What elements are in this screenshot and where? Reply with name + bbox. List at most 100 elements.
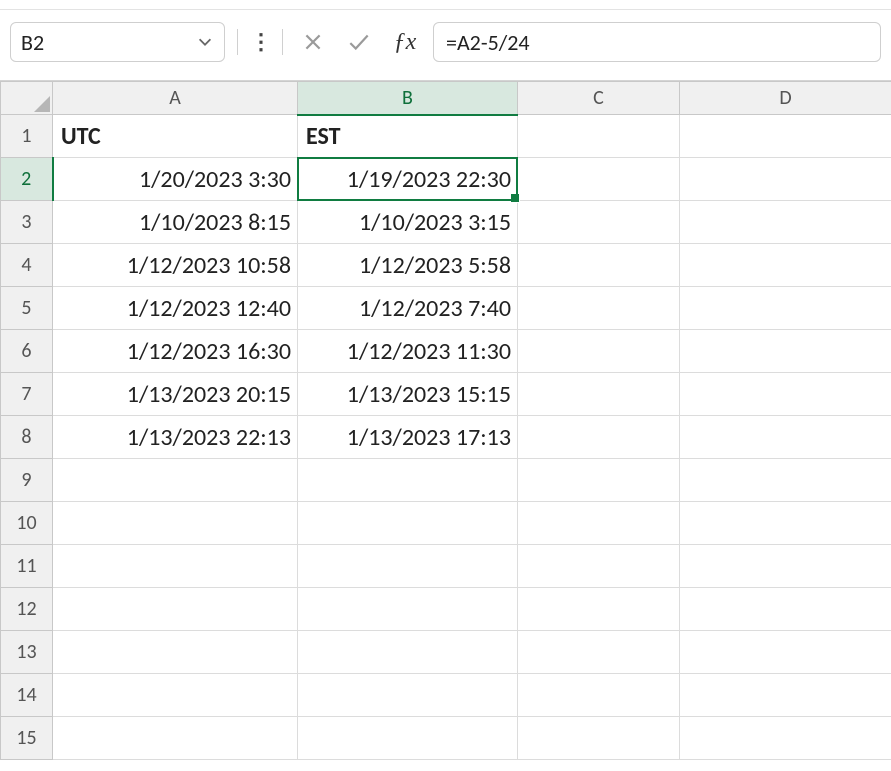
cell-D1[interactable]: [680, 115, 891, 158]
cell-B9[interactable]: [298, 459, 518, 502]
cell-B3[interactable]: 1/10/2023 3:15: [298, 201, 518, 244]
cell-B12[interactable]: [298, 588, 518, 631]
row-header-15[interactable]: 15: [1, 717, 53, 760]
formula-bar: B2 ƒx =A2-5/24: [0, 10, 891, 80]
cell-B10[interactable]: [298, 502, 518, 545]
table-row: 3 1/10/2023 8:15 1/10/2023 3:15: [1, 201, 891, 244]
row-header-9[interactable]: 9: [1, 459, 53, 502]
table-row: 12: [1, 588, 891, 631]
cell-D10[interactable]: [680, 502, 891, 545]
row-header-3[interactable]: 3: [1, 201, 53, 244]
cell-B6[interactable]: 1/12/2023 11:30: [298, 330, 518, 373]
table-row: 14: [1, 674, 891, 717]
enter-formula-button[interactable]: [341, 24, 377, 60]
cell-C4[interactable]: [518, 244, 680, 287]
cell-C14[interactable]: [518, 674, 680, 717]
cell-A7[interactable]: 1/13/2023 20:15: [53, 373, 298, 416]
cell-A1[interactable]: UTC: [53, 115, 298, 158]
spreadsheet-grid[interactable]: A B C D 1 UTC EST 2 1/20/2023: [0, 80, 891, 760]
cell-B1[interactable]: EST: [298, 115, 518, 158]
row-header-5[interactable]: 5: [1, 287, 53, 330]
more-options-icon[interactable]: [250, 32, 270, 52]
cell-B8[interactable]: 1/13/2023 17:13: [298, 416, 518, 459]
cancel-formula-button[interactable]: [295, 24, 331, 60]
cell-D7[interactable]: [680, 373, 891, 416]
cell-C3[interactable]: [518, 201, 680, 244]
table-row: 13: [1, 631, 891, 674]
cell-B7[interactable]: 1/13/2023 15:15: [298, 373, 518, 416]
cell-B4[interactable]: 1/12/2023 5:58: [298, 244, 518, 287]
row-header-12[interactable]: 12: [1, 588, 53, 631]
cell-D11[interactable]: [680, 545, 891, 588]
row-header-7[interactable]: 7: [1, 373, 53, 416]
row-header-4[interactable]: 4: [1, 244, 53, 287]
cell-C10[interactable]: [518, 502, 680, 545]
formula-input[interactable]: =A2-5/24: [433, 22, 881, 62]
row-header-6[interactable]: 6: [1, 330, 53, 373]
cell-C2[interactable]: [518, 158, 680, 201]
cell-D9[interactable]: [680, 459, 891, 502]
cell-B13[interactable]: [298, 631, 518, 674]
table-row: 7 1/13/2023 20:15 1/13/2023 15:15: [1, 373, 891, 416]
cell-A5[interactable]: 1/12/2023 12:40: [53, 287, 298, 330]
row-header-1[interactable]: 1: [1, 115, 53, 158]
row-header-2[interactable]: 2: [1, 158, 53, 201]
cell-C12[interactable]: [518, 588, 680, 631]
chevron-down-icon[interactable]: [196, 33, 214, 51]
cell-D2[interactable]: [680, 158, 891, 201]
cell-B14[interactable]: [298, 674, 518, 717]
cell-C9[interactable]: [518, 459, 680, 502]
row-header-10[interactable]: 10: [1, 502, 53, 545]
column-header-A[interactable]: A: [53, 82, 298, 115]
row-header-11[interactable]: 11: [1, 545, 53, 588]
cell-D4[interactable]: [680, 244, 891, 287]
table-row: 11: [1, 545, 891, 588]
cell-A15[interactable]: [53, 717, 298, 760]
cell-A12[interactable]: [53, 588, 298, 631]
cell-B5[interactable]: 1/12/2023 7:40: [298, 287, 518, 330]
insert-function-button[interactable]: ƒx: [387, 24, 423, 60]
cell-C13[interactable]: [518, 631, 680, 674]
cell-D8[interactable]: [680, 416, 891, 459]
name-box-value: B2: [21, 29, 196, 56]
cell-B2[interactable]: 1/19/2023 22:30: [298, 158, 518, 201]
cell-B11[interactable]: [298, 545, 518, 588]
cell-A9[interactable]: [53, 459, 298, 502]
cell-A2[interactable]: 1/20/2023 3:30: [53, 158, 298, 201]
cell-C7[interactable]: [518, 373, 680, 416]
cell-C6[interactable]: [518, 330, 680, 373]
cell-B15[interactable]: [298, 717, 518, 760]
cell-D6[interactable]: [680, 330, 891, 373]
cell-A8[interactable]: 1/13/2023 22:13: [53, 416, 298, 459]
table-row: 5 1/12/2023 12:40 1/12/2023 7:40: [1, 287, 891, 330]
cell-A13[interactable]: [53, 631, 298, 674]
cell-A11[interactable]: [53, 545, 298, 588]
cell-A3[interactable]: 1/10/2023 8:15: [53, 201, 298, 244]
cell-D15[interactable]: [680, 717, 891, 760]
cell-D14[interactable]: [680, 674, 891, 717]
cell-D5[interactable]: [680, 287, 891, 330]
cell-C8[interactable]: [518, 416, 680, 459]
row-header-14[interactable]: 14: [1, 674, 53, 717]
cell-D12[interactable]: [680, 588, 891, 631]
separator: [282, 29, 283, 55]
cell-C5[interactable]: [518, 287, 680, 330]
row-header-8[interactable]: 8: [1, 416, 53, 459]
column-header-C[interactable]: C: [518, 82, 680, 115]
cell-C1[interactable]: [518, 115, 680, 158]
table-row: 1 UTC EST: [1, 115, 891, 158]
cell-C15[interactable]: [518, 717, 680, 760]
cell-D3[interactable]: [680, 201, 891, 244]
cell-A6[interactable]: 1/12/2023 16:30: [53, 330, 298, 373]
cell-A10[interactable]: [53, 502, 298, 545]
cell-D13[interactable]: [680, 631, 891, 674]
select-all-corner[interactable]: [1, 82, 53, 115]
table-row: 2 1/20/2023 3:30 1/19/2023 22:30: [1, 158, 891, 201]
cell-A14[interactable]: [53, 674, 298, 717]
cell-C11[interactable]: [518, 545, 680, 588]
column-header-D[interactable]: D: [680, 82, 891, 115]
row-header-13[interactable]: 13: [1, 631, 53, 674]
column-header-B[interactable]: B: [298, 82, 518, 115]
cell-A4[interactable]: 1/12/2023 10:58: [53, 244, 298, 287]
name-box[interactable]: B2: [10, 22, 225, 62]
